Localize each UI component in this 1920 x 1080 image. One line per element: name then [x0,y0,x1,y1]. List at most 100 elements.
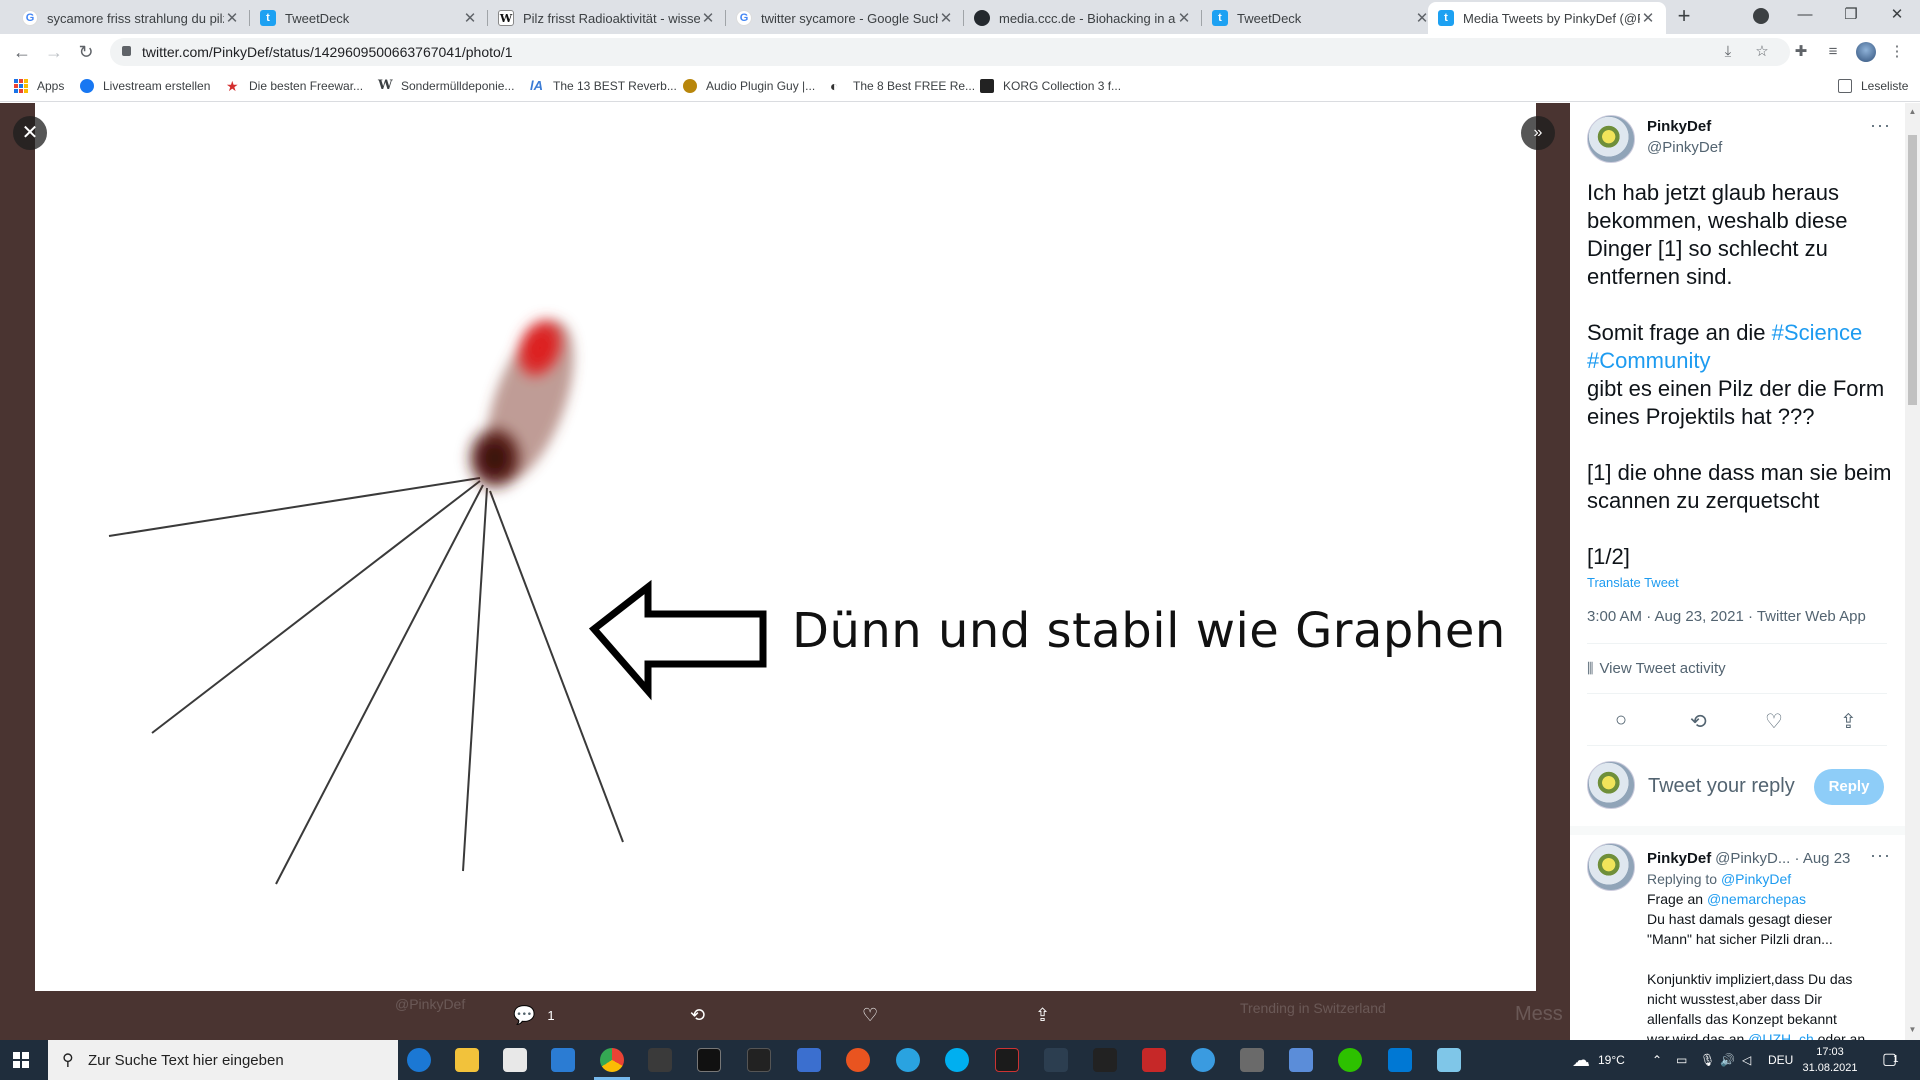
bookmark-livestream[interactable]: Livestream erstellen [80,78,210,94]
close-icon[interactable]: ✕ [462,9,478,27]
scroll-down-icon[interactable]: ▼ [1908,1025,1917,1035]
language-indicator[interactable]: DEU [1768,1040,1793,1080]
hide-panel-button[interactable]: » [1521,116,1555,150]
address-bar[interactable]: twitter.com/PinkyDef/status/142960950066… [110,38,1790,66]
mention-link[interactable]: @PinkyDef [1721,871,1791,887]
ableton-live-icon[interactable] [747,1048,771,1072]
profile-avatar[interactable] [1856,42,1876,62]
messenger-icon[interactable] [797,1048,821,1072]
author-name[interactable]: PinkyDef [1647,118,1711,135]
virtualbox-icon[interactable] [1289,1048,1313,1072]
bookmark-star-icon[interactable]: ☆ [1754,44,1770,60]
ubuntu-icon[interactable] [846,1048,870,1072]
reload-icon[interactable]: ↻ [74,40,98,64]
tab-7-active[interactable]: t Media Tweets by PinkyDef (@Pi ✕ [1428,2,1666,34]
chrome-icon[interactable] [600,1048,624,1072]
speaker-icon[interactable]: ◁ [1742,1040,1751,1080]
voicemeeter-icon[interactable] [1142,1048,1166,1072]
author-handle[interactable]: @PinkyDef [1647,139,1722,156]
mention-link[interactable]: @nemarchepas [1707,891,1806,907]
reply-tweet[interactable]: PinkyDef @PinkyD... · Aug 23 Replying to… [1647,848,1897,1040]
app-icon[interactable] [995,1048,1019,1072]
bookmark-freeware[interactable]: ★ Die besten Freewar... [226,78,363,94]
back-icon[interactable]: ← [10,40,34,64]
microphone-icon[interactable]: 🎙 [1700,1040,1715,1080]
kali-icon[interactable] [1044,1048,1068,1072]
weather-icon[interactable]: ☁ [1572,1040,1590,1080]
retweet-action[interactable]: ⟲ [690,1005,705,1026]
close-icon[interactable]: ✕ [1640,9,1656,27]
x-app-icon[interactable] [1093,1048,1117,1072]
file-explorer-icon[interactable] [455,1048,479,1072]
more-options-icon[interactable]: ··· [1870,845,1891,866]
hashtag-community[interactable]: #Community [1587,348,1710,373]
tweet-activity-link[interactable]: ⫼ View Tweet activity [1587,660,1726,677]
store-icon[interactable] [503,1048,527,1072]
volume-icon[interactable]: 🔊 [1720,1040,1735,1080]
menu-icon[interactable]: ⋮ [1888,43,1906,61]
telegram-icon[interactable] [896,1048,920,1072]
taskbar-search[interactable]: ⚲ Zur Suche Text hier eingeben [48,1040,398,1080]
scrollbar-thumb[interactable] [1908,135,1917,405]
share-action[interactable]: ⇪ [1035,1005,1050,1026]
close-icon[interactable]: ✕ [1176,9,1192,27]
temperature[interactable]: 19°C [1598,1040,1625,1080]
bookmark-reverb[interactable]: lA The 13 BEST Reverb... [530,78,677,94]
share-icon[interactable]: ⇪ [1840,709,1857,734]
tab-6[interactable]: t TweetDeck ✕ [1202,2,1440,34]
bookmark-apps[interactable]: Apps [14,78,64,94]
avatar[interactable] [1587,115,1635,163]
tab-3[interactable]: W Pilz frisst Radioaktivität - wissen ✕ [488,2,726,34]
chevron-up-icon[interactable]: ⌃ [1652,1040,1662,1080]
mention-link[interactable]: @UZH_ch [1748,1031,1814,1040]
reply-icon[interactable]: ○ [1615,709,1627,732]
wechat-icon[interactable] [1338,1048,1362,1072]
bookmark-korg[interactable]: KORG Collection 3 f... [980,78,1121,94]
clock[interactable]: 17:03 31.08.2021 [1795,1044,1865,1076]
app-icon[interactable] [648,1048,672,1072]
reading-list-button[interactable]: Leseliste [1838,78,1908,94]
bookmark-sondermuell[interactable]: W Sondermülldeponie... [378,78,514,94]
bookmark-plugin-guy[interactable]: Audio Plugin Guy |... [683,78,815,94]
close-icon[interactable]: ✕ [224,9,240,27]
reply-author-name[interactable]: PinkyDef [1647,850,1711,867]
bookmark-free-reverb[interactable]: ◐ The 8 Best FREE Re... [830,78,975,94]
mail-icon[interactable] [551,1048,575,1072]
install-icon[interactable]: ⤓ [1720,44,1736,60]
minimize-button[interactable]: — [1782,0,1828,32]
app-icon[interactable] [1240,1048,1264,1072]
network-icon[interactable]: ▭ [1676,1040,1687,1080]
panel-scrollbar[interactable]: ▲ ▼ [1905,103,1920,1040]
skype-icon[interactable] [945,1048,969,1072]
reply-action[interactable]: 💬 1 [513,1005,555,1026]
forward-icon[interactable]: → [42,40,66,64]
more-options-icon[interactable]: ··· [1870,115,1891,136]
close-viewer-button[interactable]: ✕ [13,116,47,150]
close-icon[interactable]: ✕ [938,9,954,27]
reply-input[interactable]: Tweet your reply [1648,775,1795,798]
tab-4[interactable]: G twitter sycamore - Google Suche ✕ [726,2,964,34]
scroll-up-icon[interactable]: ▲ [1908,107,1917,117]
hashtag-science[interactable]: #Science [1772,320,1863,345]
close-icon[interactable]: ✕ [700,9,716,27]
restore-button[interactable]: ❐ [1828,0,1874,32]
app-icon[interactable] [1191,1048,1215,1072]
inkscape-icon[interactable] [697,1048,721,1072]
windows-start-icon[interactable] [13,1052,29,1068]
translate-tweet-link[interactable]: Translate Tweet [1587,575,1679,590]
tweet-photo[interactable]: Dünn und stabil wie Graphen [35,103,1536,991]
reply-button[interactable]: Reply [1814,769,1884,805]
app-icon[interactable] [1437,1048,1461,1072]
tweet-timestamp[interactable]: 3:00 AM · Aug 23, 2021 · Twitter Web App [1587,608,1866,625]
reading-list-icon[interactable]: ≡ [1824,43,1842,61]
tab-search-icon[interactable] [1753,8,1769,24]
tab-5[interactable]: media.ccc.de - Biohacking in art ✕ [964,2,1202,34]
new-tab-button[interactable]: + [1672,5,1696,29]
heart-icon[interactable]: ♡ [1765,709,1783,734]
tab-1[interactable]: G sycamore friss strahlung du pilz ✕ [12,2,250,34]
like-action[interactable]: ♡ [862,1005,878,1026]
edge-icon[interactable] [407,1048,431,1072]
app-icon[interactable] [1388,1048,1412,1072]
window-close-button[interactable]: ✕ [1874,0,1920,32]
extensions-icon[interactable]: ✚ [1792,43,1810,61]
